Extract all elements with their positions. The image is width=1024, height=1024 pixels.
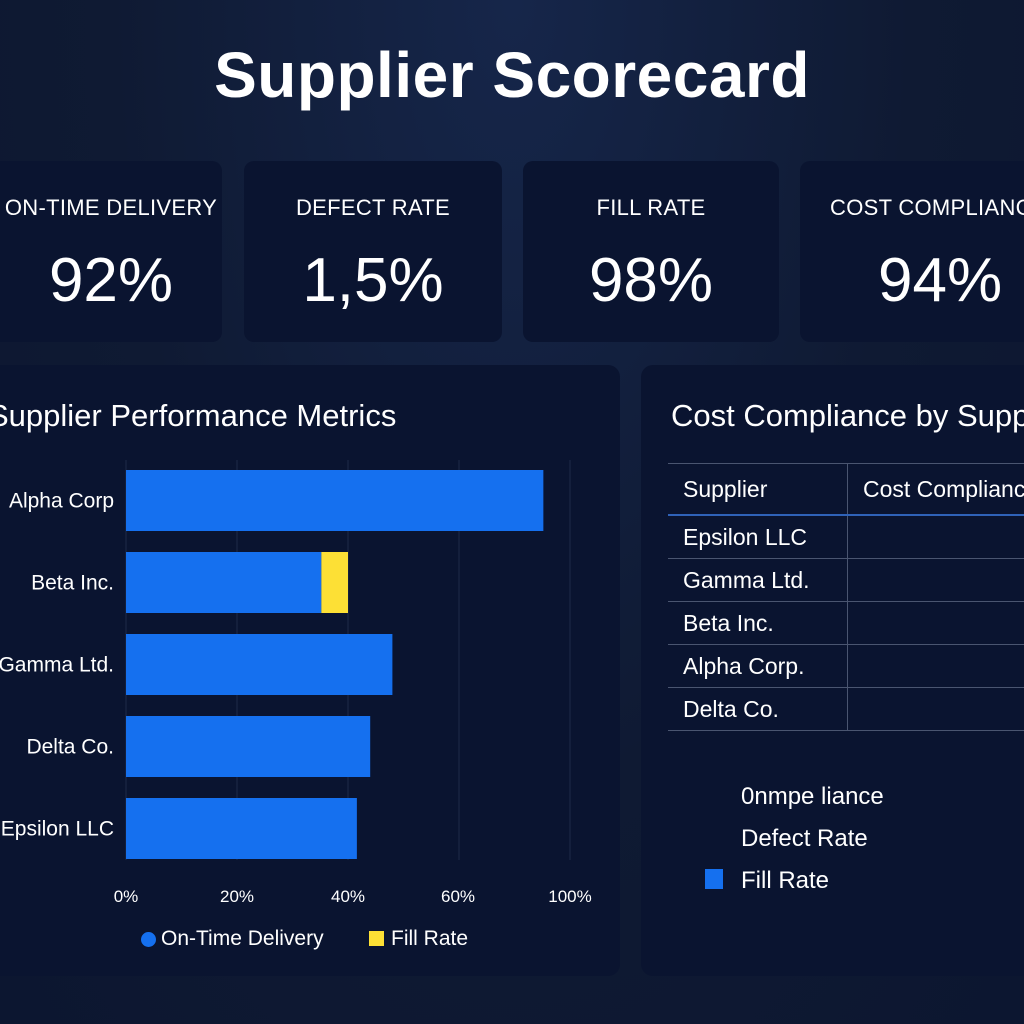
table-row[interactable]: Beta Inc. 9 — [668, 601, 1024, 645]
kpi-card-cost-compliance[interactable]: COST COMPLIANCE 94% — [800, 161, 1024, 342]
legend-fill-rate: Fill Rate — [391, 927, 469, 950]
supplier-cell: Gamma Ltd. — [668, 558, 848, 602]
compliance-cell: 9 — [847, 558, 1024, 602]
fill-rate-legend-swatch — [369, 931, 384, 946]
column-header-supplier[interactable]: Supplier — [668, 463, 848, 516]
kpi-card-defect-rate[interactable]: DEFECT RATE 1,5% — [244, 161, 502, 342]
column-header-cost-compliance[interactable]: Cost Compliance — [847, 463, 1024, 516]
x-tick-label: 20% — [220, 887, 254, 906]
table-header-row: Supplier Cost Compliance — [668, 463, 1024, 516]
supplier-cell: Alpha Corp. — [668, 644, 848, 688]
compliance-cell: 9 — [847, 644, 1024, 688]
kpi-value: 1,5% — [302, 246, 444, 315]
kpi-label: DEFECT RATE — [295, 195, 451, 220]
category-label: Epsilon LLC — [1, 818, 114, 841]
supplier-cell: Beta Inc. — [668, 601, 848, 645]
kpi-label: FILL RATE — [596, 195, 706, 220]
bar-on-time-delivery[interactable] — [126, 634, 393, 695]
page-title: Supplier Scorecard — [214, 39, 810, 111]
bar-on-time-delivery[interactable] — [126, 716, 371, 777]
supplier-cell: Delta Co. — [668, 687, 848, 731]
cost-compliance-table: Supplier Cost Compliance Epsilon LLC 9 G… — [668, 463, 1024, 731]
bar-on-time-delivery[interactable] — [126, 798, 357, 859]
x-tick-label: 100% — [548, 887, 591, 906]
category-label: Delta Co. — [26, 736, 114, 759]
bar-on-time-delivery[interactable] — [126, 470, 544, 531]
kpi-card-fill-rate[interactable]: FILL RATE 98% — [523, 161, 779, 342]
dashboard-page: Supplier Scorecard ON-TIME DELIVERY 92% … — [0, 0, 1024, 1024]
compliance-cell: 8 — [847, 687, 1024, 731]
legend-on-time-delivery: On-Time Delivery — [161, 927, 324, 950]
supplier-cell: Epsilon LLC — [668, 515, 848, 559]
compliance-cell: 9 — [847, 601, 1024, 645]
chart-category-labels: Alpha Corp Beta Inc. Gamma Ltd. Delta Co. Ep… — [0, 490, 114, 841]
x-tick-label: 40% — [331, 887, 365, 906]
x-tick-label: 0% — [114, 887, 139, 906]
table-row[interactable]: Delta Co. 8 — [668, 687, 1024, 731]
kpi-label: ON-TIME DELIVERY — [4, 195, 218, 220]
performance-title: Supplier Performance Metrics — [0, 398, 397, 433]
bar-fill-rate[interactable] — [321, 552, 348, 613]
performance-chart: Alpha Corp Beta Inc. Gamma Ltd. Delta Co. Ep… — [0, 460, 592, 906]
kpi-label: COST COMPLIANCE — [830, 195, 1024, 220]
table-row[interactable]: Gamma Ltd. 9 — [668, 558, 1024, 602]
kpi-value: 94% — [878, 246, 1003, 315]
chart-x-ticks: 0% 20% 40% 60% 100% — [114, 887, 592, 906]
kpi-card-on-time-delivery[interactable]: ON-TIME DELIVERY 92% — [0, 161, 222, 342]
on-time-delivery-legend-dot — [141, 932, 156, 947]
category-label: Alpha Corp — [9, 490, 114, 513]
category-label: Beta Inc. — [31, 572, 114, 595]
kpi-value: 98% — [588, 246, 714, 315]
x-tick-label: 60% — [441, 887, 475, 906]
bar-on-time-delivery[interactable] — [126, 552, 322, 613]
table-row[interactable]: Alpha Corp. 9 — [668, 644, 1024, 688]
compliance-cell: 9 — [847, 515, 1024, 559]
cost-compliance-title: Cost Compliance by Supplier — [671, 398, 1024, 433]
kpi-value: 92% — [48, 246, 174, 315]
legend-compliance: 0nmpe liance — [741, 783, 884, 810]
legend-fill-rate: Fill Rate — [741, 867, 830, 894]
table-row[interactable]: Epsilon LLC 9 — [668, 515, 1024, 559]
fill-rate-legend-swatch — [705, 869, 723, 889]
legend-defect-rate: Defect Rate — [741, 825, 868, 852]
category-label: Gamma Ltd. — [0, 654, 114, 677]
chart-bars — [126, 470, 544, 859]
